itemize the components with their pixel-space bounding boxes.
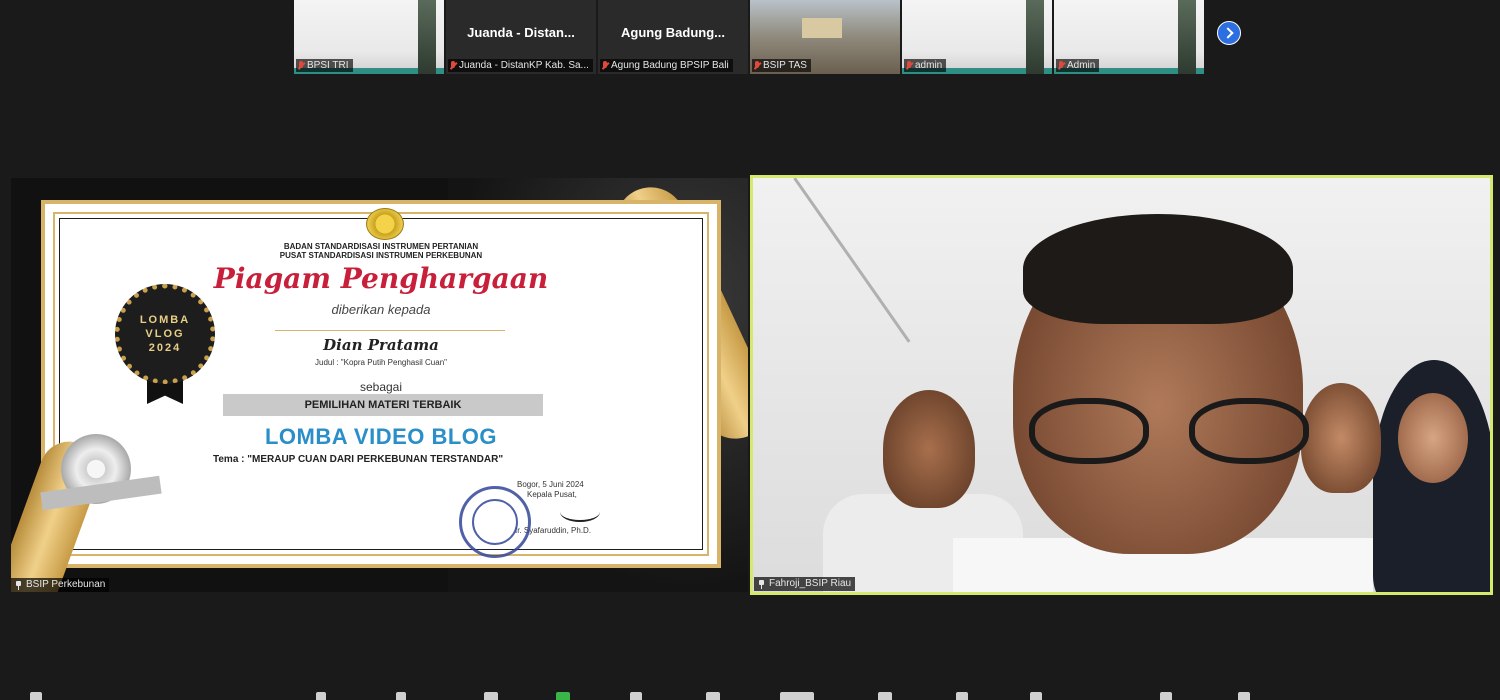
participant-name: Juanda - DistanKP Kab. Sa... <box>459 60 589 71</box>
participant-name: BPSI TRI <box>307 60 349 71</box>
gallery-tile-admin-2[interactable]: Admin <box>1054 0 1204 74</box>
active-speaker-video[interactable]: Fahroji_BSIP Riau <box>750 175 1493 595</box>
certificate-event: LOMBA VIDEO BLOG <box>264 424 498 449</box>
mic-muted-icon <box>906 61 912 70</box>
glasses-icon <box>1029 398 1309 468</box>
gallery-next-button[interactable] <box>1217 21 1241 45</box>
certificate-sebagai: sebagai <box>359 380 403 394</box>
certificate-signer-role: Kepala Pusat, <box>527 490 577 499</box>
participants-button[interactable] <box>484 692 498 700</box>
share-name: BSIP Perkebunan <box>26 579 106 590</box>
share-name-tag: BSIP Perkebunan <box>11 578 110 592</box>
mic-muted-icon <box>450 61 456 70</box>
video-button[interactable] <box>316 692 326 700</box>
mic-button[interactable] <box>30 692 42 700</box>
gallery-tile-bpsi-tri[interactable]: BPSI TRI <box>294 0 444 74</box>
person-head <box>1398 393 1468 483</box>
participant-name-tag: admin <box>904 59 947 72</box>
participant-name: admin <box>915 60 943 71</box>
apps-button[interactable] <box>878 692 892 700</box>
reactions-button[interactable] <box>780 692 814 700</box>
badge-line: VLOG <box>145 328 185 340</box>
speaker-name: Fahroji_BSIP Riau <box>769 578 852 589</box>
pin-icon <box>758 579 765 589</box>
chat-button[interactable] <box>630 692 642 700</box>
participant-name: Admin <box>1067 60 1096 71</box>
mic-muted-icon <box>602 61 608 70</box>
share-screen-button[interactable] <box>556 692 570 700</box>
speaker-name-tag: Fahroji_BSIP Riau <box>754 577 856 591</box>
participant-name: BSIP TAS <box>763 60 807 71</box>
notes-button[interactable] <box>1030 692 1042 700</box>
mic-muted-icon <box>298 61 304 70</box>
participant-name-tag: BPSI TRI <box>296 59 353 72</box>
participant-name-tag: Juanda - DistanKP Kab. Sa... <box>448 59 593 72</box>
certificate-org-line2: PUSAT STANDARDISASI INSTRUMEN PERKEBUNAN <box>279 251 483 260</box>
divider <box>275 330 505 331</box>
background-cable <box>793 178 911 343</box>
participant-name-tag: Agung Badung BPSIP Bali <box>600 59 733 72</box>
certificate-org-line1: BADAN STANDARDISASI INSTRUMEN PERTANIAN <box>283 242 479 251</box>
official-stamp-icon <box>459 486 531 558</box>
gallery-tile-bsip-tas[interactable]: BSIP TAS <box>750 0 900 74</box>
mic-muted-icon <box>754 61 760 70</box>
meeting-toolbar <box>0 692 1500 700</box>
badge-line: LOMBA <box>139 314 191 326</box>
participant-center-name: Juanda - Distan... <box>467 24 575 40</box>
ministry-emblem-icon <box>366 208 404 240</box>
certificate-place-date: Bogor, 5 Juni 2024 <box>517 480 584 489</box>
participant-name-tag: BSIP TAS <box>752 59 811 72</box>
certificate: BADAN STANDARDISASI INSTRUMEN PERTANIAN … <box>41 200 721 568</box>
participant-name-tag: Admin <box>1056 59 1100 72</box>
whiteboards-button[interactable] <box>956 692 968 700</box>
lomba-vlog-badge-icon: LOMBA VLOG 2024 <box>115 284 215 384</box>
signature <box>560 502 600 522</box>
more-button[interactable] <box>1160 692 1172 700</box>
gallery-strip: BPSI TRI Juanda - Distan... Juanda - Dis… <box>294 0 1204 74</box>
participant-center-name: Agung Badung... <box>621 24 725 40</box>
gallery-tile-agung-badung[interactable]: Agung Badung... Agung Badung BPSIP Bali <box>598 0 748 74</box>
speaker-hair <box>1023 214 1293 324</box>
pin-icon <box>15 580 22 590</box>
certificate-category: PEMILIHAN MATERI TERBAIK <box>223 394 543 416</box>
gallery-tile-juanda[interactable]: Juanda - Distan... Juanda - DistanKP Kab… <box>446 0 596 74</box>
badge-line: 2024 <box>148 342 182 354</box>
shared-screen-video[interactable]: BADAN STANDARDISASI INSTRUMEN PERTANIAN … <box>11 178 748 592</box>
record-button[interactable] <box>706 692 720 700</box>
person-head <box>1301 383 1381 493</box>
certificate-tema: Tema : "MERAUP CUAN DARI PERKEBUNAN TERS… <box>213 454 504 465</box>
gallery-tile-admin[interactable]: admin <box>902 0 1052 74</box>
mic-muted-icon <box>1058 61 1064 70</box>
end-button[interactable] <box>1238 692 1250 700</box>
person-head <box>883 390 975 508</box>
security-button[interactable] <box>396 692 406 700</box>
participant-name: Agung Badung BPSIP Bali <box>611 60 729 71</box>
